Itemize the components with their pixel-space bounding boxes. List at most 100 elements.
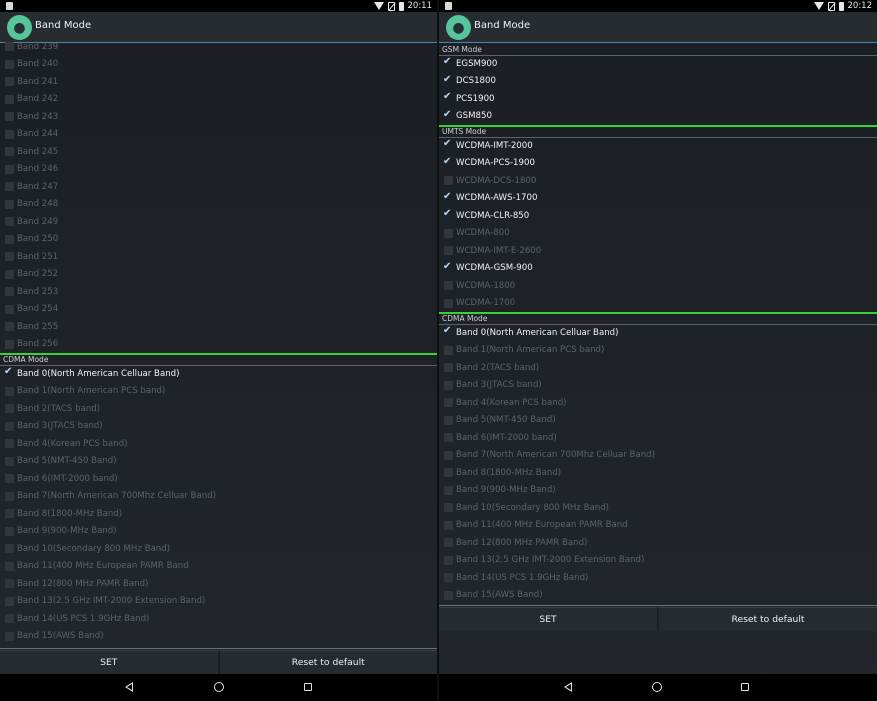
checkbox-checked-icon[interactable] [443,74,453,86]
checkbox-icon[interactable] [5,509,14,519]
checkbox-icon[interactable] [5,339,14,349]
checkbox-icon[interactable] [444,573,453,583]
band-checkbox-row[interactable]: Band 242 [0,91,437,109]
band-checkbox-row[interactable]: Band 6(IMT-2000 band) [439,429,877,447]
band-list[interactable]: Band 239 Band 240 Band 241 Band 242 Band 243… [0,38,437,645]
checkbox-icon[interactable] [444,503,453,513]
checkbox-icon[interactable] [5,404,14,414]
checkbox-icon[interactable] [5,112,14,122]
band-checkbox-row[interactable]: Band 244 [0,126,437,144]
band-checkbox-row[interactable]: Band 0(North American Celluar Band) [0,365,437,383]
band-checkbox-row[interactable]: Band 2(TACS band) [439,359,877,377]
band-checkbox-row[interactable]: Band 256 [0,336,437,354]
band-checkbox-row[interactable]: WCDMA-1700 [439,295,877,313]
band-checkbox-row[interactable]: Band 9(900-MHz Band) [0,523,437,541]
reset-to-default-button[interactable]: Reset to default [657,607,877,631]
band-checkbox-row[interactable]: Band 1(North American PCS band) [0,383,437,401]
checkbox-icon[interactable] [5,439,14,449]
band-checkbox-row[interactable]: WCDMA-GSM-900 [439,260,877,278]
band-checkbox-row[interactable]: Band 10(Secondary 800 MHz Band) [0,540,437,558]
band-checkbox-row[interactable]: Band 6(IMT-2000 band) [0,470,437,488]
checkbox-icon[interactable] [5,614,14,624]
band-checkbox-row[interactable]: Band 255 [0,318,437,336]
band-checkbox-row[interactable]: Band 246 [0,161,437,179]
checkbox-icon[interactable] [5,147,14,157]
checkbox-icon[interactable] [444,415,453,425]
recents-icon[interactable] [304,683,312,691]
checkbox-icon[interactable] [444,590,453,600]
checkbox-icon[interactable] [444,298,453,308]
band-checkbox-row[interactable]: Band 4(Korean PCS band) [0,435,437,453]
checkbox-icon[interactable] [5,304,14,314]
band-checkbox-row[interactable]: EGSM900 [439,55,877,73]
band-checkbox-row[interactable]: Band 254 [0,301,437,319]
band-checkbox-row[interactable]: Band 13(2.5 GHz IMT-2000 Extension Band) [0,593,437,611]
checkbox-icon[interactable] [5,474,14,484]
checkbox-icon[interactable] [5,526,14,536]
band-checkbox-row[interactable]: Band 3(JTACS band) [439,377,877,395]
checkbox-checked-icon[interactable] [443,56,453,68]
band-checkbox-row[interactable]: WCDMA-CLR-850 [439,207,877,225]
checkbox-icon[interactable] [444,380,453,390]
band-checkbox-row[interactable]: Band 8(1800-MHz Band) [439,464,877,482]
set-button[interactable]: SET [439,607,657,631]
checkbox-icon[interactable] [444,281,453,291]
checkbox-icon[interactable] [5,544,14,554]
checkbox-checked-icon[interactable] [443,91,453,103]
band-checkbox-row[interactable]: Band 243 [0,108,437,126]
band-checkbox-row[interactable]: Band 252 [0,266,437,284]
band-checkbox-row[interactable]: Band 2(TACS band) [0,400,437,418]
band-checkbox-row[interactable]: Band 12(800 MHz PAMR Band) [439,534,877,552]
home-icon[interactable] [652,682,662,692]
band-checkbox-row[interactable]: PCS1900 [439,90,877,108]
checkbox-checked-icon[interactable] [443,109,453,121]
checkbox-icon[interactable] [5,59,14,69]
band-checkbox-row[interactable]: Band 15(AWS Band) [0,628,437,646]
band-checkbox-row[interactable]: Band 239 [0,38,437,56]
band-checkbox-row[interactable]: Band 5(NMT-450 Band) [0,453,437,471]
checkbox-icon[interactable] [444,398,453,408]
checkbox-icon[interactable] [444,176,453,186]
checkbox-icon[interactable] [444,520,453,530]
checkbox-icon[interactable] [5,579,14,589]
checkbox-icon[interactable] [5,94,14,104]
checkbox-icon[interactable] [444,485,453,495]
checkbox-icon[interactable] [5,386,14,396]
checkbox-checked-icon[interactable] [443,191,453,203]
band-checkbox-row[interactable]: WCDMA-IMT-2000 [439,137,877,155]
band-checkbox-row[interactable]: Band 248 [0,196,437,214]
checkbox-icon[interactable] [444,450,453,460]
recents-icon[interactable] [741,683,749,691]
back-icon[interactable] [125,682,133,692]
band-checkbox-row[interactable]: Band 253 [0,283,437,301]
band-checkbox-row[interactable]: WCDMA-1800 [439,277,877,295]
checkbox-checked-icon[interactable] [443,261,453,273]
checkbox-icon[interactable] [5,252,14,262]
band-checkbox-row[interactable]: Band 3(JTACS band) [0,418,437,436]
band-checkbox-row[interactable]: Band 12(800 MHz PAMR Band) [0,575,437,593]
band-checkbox-row[interactable]: Band 15(AWS Band) [439,587,877,605]
band-checkbox-row[interactable]: Band 11(400 MHz European PAMR Band [0,558,437,576]
band-checkbox-row[interactable]: GSM850 [439,108,877,126]
band-checkbox-row[interactable]: Band 249 [0,213,437,231]
band-checkbox-row[interactable]: WCDMA-PCS-1900 [439,155,877,173]
checkbox-icon[interactable] [5,234,14,244]
band-checkbox-row[interactable]: Band 7(North American 700Mhz Celluar Ban… [439,447,877,465]
checkbox-icon[interactable] [5,182,14,192]
band-checkbox-row[interactable]: Band 1(North American PCS band) [439,342,877,360]
band-checkbox-row[interactable]: Band 5(NMT-450 Band) [439,412,877,430]
band-checkbox-row[interactable]: Band 11(400 MHz European PAMR Band [439,517,877,535]
checkbox-icon[interactable] [5,421,14,431]
band-checkbox-row[interactable]: Band 0(North American Celluar Band) [439,324,877,342]
checkbox-checked-icon[interactable] [443,138,453,150]
checkbox-icon[interactable] [5,596,14,606]
band-checkbox-row[interactable]: Band 10(Secondary 800 MHz Band) [439,499,877,517]
band-checkbox-row[interactable]: Band 9(900-MHz Band) [439,482,877,500]
reset-to-default-button[interactable]: Reset to default [217,650,437,674]
checkbox-icon[interactable] [444,555,453,565]
checkbox-checked-icon[interactable] [443,325,453,337]
checkbox-icon[interactable] [5,199,14,209]
band-checkbox-row[interactable]: WCDMA-AWS-1700 [439,190,877,208]
checkbox-icon[interactable] [444,345,453,355]
checkbox-icon[interactable] [5,269,14,279]
